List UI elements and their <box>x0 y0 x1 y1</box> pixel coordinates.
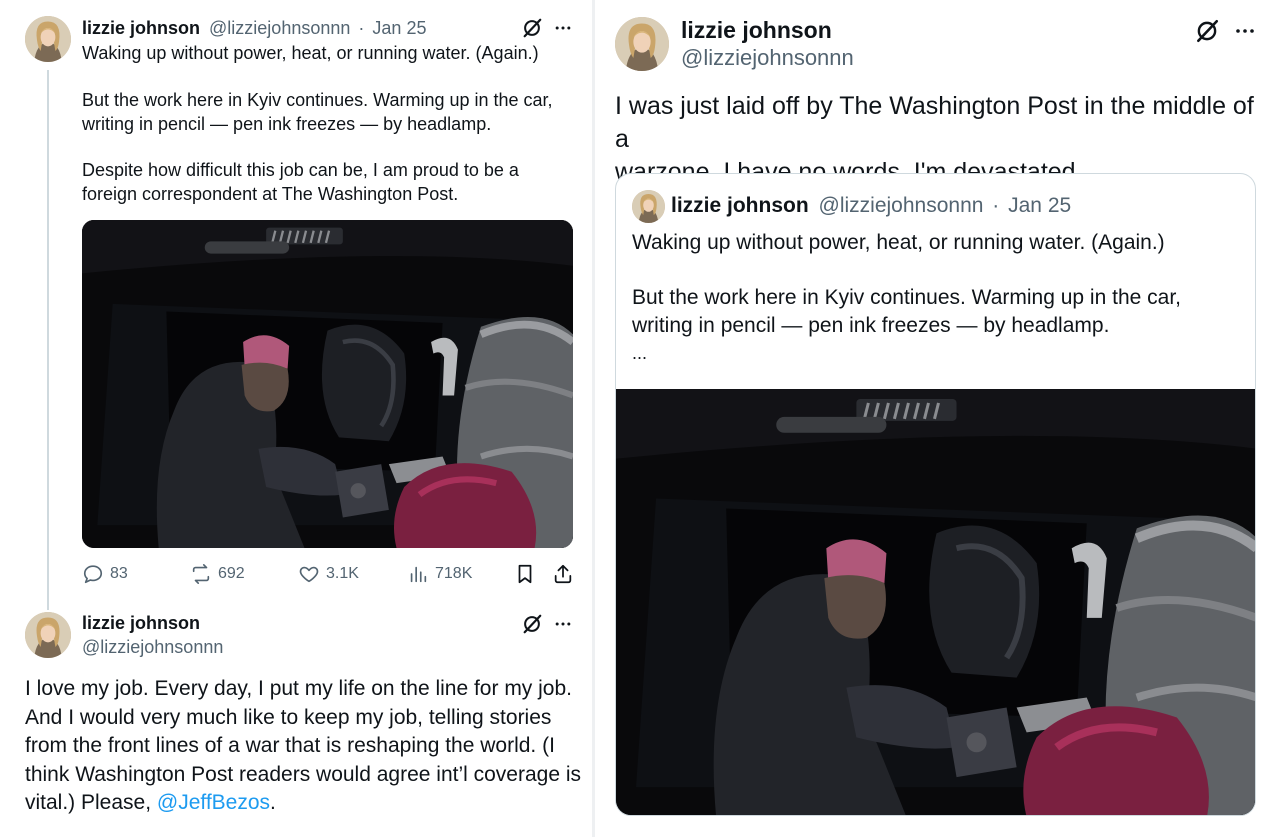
author-handle[interactable]: @lizziejohnsonnn <box>681 44 854 72</box>
author-handle[interactable]: @lizziejohnsonnn <box>209 18 350 38</box>
thread-connector-line <box>47 70 49 610</box>
reply-bubble-icon <box>83 565 103 584</box>
left-thread-panel: lizzie johnson @lizziejohnsonnn · Jan 25… <box>0 0 592 837</box>
reply-tweet-text: I love my job. Every day, I put my life … <box>25 675 585 818</box>
separator-dot: · <box>992 194 1000 217</box>
grok-slash-icon[interactable] <box>1193 17 1221 45</box>
grok-slash-icon[interactable] <box>520 16 544 40</box>
tweet-photo[interactable] <box>82 220 573 548</box>
views-chart-icon <box>410 566 427 583</box>
share-upload-icon <box>554 564 572 584</box>
heart-icon <box>299 566 319 583</box>
tweet-header: lizzie johnson @lizziejohnsonnn · Jan 25 <box>82 16 426 40</box>
quote-text-para2: But the work here in Kyiv continues. War… <box>632 286 1181 337</box>
reply-count: 83 <box>110 565 128 582</box>
reply-button[interactable]: 83 <box>82 560 128 588</box>
mention-link[interactable]: @JeffBezos <box>157 791 270 814</box>
tweet-date: Jan 25 <box>1008 194 1072 217</box>
tweet-action-bar: 83 692 3.1K 718K <box>82 560 574 588</box>
reply-text-body: I love my job. Every day, I put my life … <box>25 677 582 814</box>
author-name[interactable]: lizzie johnson <box>681 16 832 44</box>
tweet-text-para2: But the work here in Kyiv continues. War… <box>82 90 553 134</box>
author-name[interactable]: lizzie johnson <box>82 611 200 635</box>
bookmark-button[interactable] <box>514 560 536 588</box>
reply-text-trailing: . <box>270 791 276 814</box>
views-button[interactable]: 718K <box>407 560 472 588</box>
more-dots-icon[interactable] <box>1231 17 1259 45</box>
quote-text-para1: Waking up without power, heat, or runnin… <box>632 231 1165 254</box>
grok-slash-icon[interactable] <box>520 612 544 636</box>
quote-ellipsis: ... <box>632 343 648 363</box>
author-name[interactable]: lizzie johnson <box>82 18 200 38</box>
share-button[interactable] <box>552 560 574 588</box>
tweet-text-para3: Despite how difficult this job can be, I… <box>82 160 519 204</box>
author-handle: @lizziejohnsonnn <box>818 194 984 217</box>
quoted-tweet-card[interactable]: lizzie johnson @lizziejohnsonnn · Jan 25… <box>615 173 1256 816</box>
separator-dot: · <box>358 18 365 38</box>
bookmark-icon <box>518 564 532 584</box>
author-name: lizzie johnson <box>671 194 809 217</box>
repost-count: 692 <box>218 565 245 582</box>
like-count: 3.1K <box>326 565 359 582</box>
tweet-text-para1: Waking up without power, heat, or runnin… <box>82 43 539 63</box>
repost-arrows-icon <box>192 564 210 584</box>
quote-header: lizzie johnson @lizziejohnsonnn · Jan 25 <box>671 192 1071 220</box>
more-dots-icon[interactable] <box>551 612 575 636</box>
quote-photo <box>616 389 1255 815</box>
tweet-date[interactable]: Jan 25 <box>372 18 426 38</box>
views-count: 718K <box>435 565 473 582</box>
more-dots-icon[interactable] <box>551 16 575 40</box>
avatar[interactable] <box>25 612 71 658</box>
avatar <box>632 190 665 223</box>
like-button[interactable]: 3.1K <box>298 560 359 588</box>
repost-button[interactable]: 692 <box>190 560 245 588</box>
avatar[interactable] <box>25 16 71 62</box>
author-handle[interactable]: @lizziejohnsonnn <box>82 635 223 659</box>
avatar[interactable] <box>615 17 669 71</box>
